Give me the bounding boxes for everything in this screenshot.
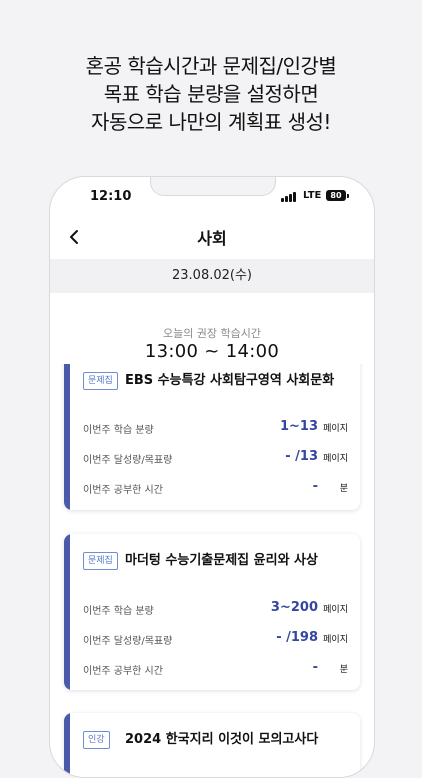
weekly-amount-row: 이번주 학습 분량 3~200 페이지 — [83, 600, 348, 617]
network-type: LTE — [303, 190, 322, 201]
weekly-study-time-row: 이번주 공부한 시간 - 분 — [83, 479, 348, 496]
weekly-study-time-row: 이번주 공부한 시간 - 분 — [83, 660, 348, 677]
headline-line-2: 목표 학습 분량을 설정하면 — [103, 82, 319, 106]
weekly-progress-unit: 페이지 — [323, 454, 348, 464]
headline-line-3: 자동으로 나만의 계획표 생성! — [91, 110, 331, 134]
battery-icon: 80 — [326, 190, 349, 201]
weekly-study-time-value: - — [312, 660, 318, 675]
weekly-study-time-value: - — [312, 479, 318, 494]
weekly-amount-unit: 페이지 — [323, 424, 348, 434]
status-bar: 12:10 LTE 80 — [50, 189, 374, 205]
weekly-progress-value: - /198 — [276, 630, 318, 645]
card-header: 인강 2024 한국지리 이것이 모의고사다 — [83, 731, 350, 751]
promo-headline: 혼공 학습시간과 문제집/인강별 목표 학습 분량을 설정하면 자동으로 나만의… — [0, 52, 422, 136]
card-title: EBS 수능특강 사회탐구영역 사회문화 — [125, 373, 335, 388]
card-header: 문제집 마더텅 수능기출문제집 윤리와 사상 — [83, 552, 350, 572]
card-title: 2024 한국지리 이것이 모의고사다 — [125, 732, 319, 747]
headline-line-1: 혼공 학습시간과 문제집/인강별 — [85, 54, 337, 78]
weekly-amount-row: 이번주 학습 분량 1~13 페이지 — [83, 419, 348, 436]
weekly-study-time-label: 이번주 공부한 시간 — [83, 485, 163, 496]
weekly-amount-value: 3~200 — [270, 600, 318, 615]
card-type-tag: 문제집 — [83, 552, 118, 570]
card-title: 마더텅 수능기출문제집 윤리와 사상 — [125, 553, 318, 568]
plan-card[interactable]: 문제집 마더텅 수능기출문제집 윤리와 사상 이번주 학습 분량 3~200 페… — [64, 534, 360, 690]
weekly-amount-label: 이번주 학습 분량 — [83, 425, 154, 436]
plan-card[interactable]: 인강 2024 한국지리 이것이 모의고사다 — [64, 713, 360, 777]
weekly-progress-label: 이번주 달성량/목표량 — [83, 636, 173, 647]
weekly-progress-value: - /13 — [285, 449, 318, 464]
recommended-time-label: 오늘의 권장 학습시간 — [162, 327, 262, 340]
weekly-study-time-unit: 분 — [339, 665, 348, 675]
weekly-amount-unit: 페이지 — [323, 605, 348, 615]
plan-card[interactable]: 문제집 EBS 수능특강 사회탐구영역 사회문화 이번주 학습 분량 1~13 … — [64, 364, 360, 510]
card-accent-bar — [64, 534, 70, 690]
recommended-time-value: 13:00 ~ 14:00 — [144, 341, 280, 362]
signal-icon — [281, 192, 299, 202]
status-time: 12:10 — [90, 189, 132, 204]
weekly-progress-unit: 페이지 — [323, 635, 348, 645]
weekly-progress-row: 이번주 달성량/목표량 - /13 페이지 — [83, 449, 348, 466]
weekly-study-time-unit: 분 — [339, 484, 348, 494]
weekly-amount-label: 이번주 학습 분량 — [83, 606, 154, 617]
card-accent-bar — [64, 713, 70, 777]
card-type-tag: 문제집 — [83, 372, 118, 390]
card-header: 문제집 EBS 수능특강 사회탐구영역 사회문화 — [83, 372, 350, 392]
weekly-progress-row: 이번주 달성량/목표량 - /198 페이지 — [83, 630, 348, 647]
weekly-study-time-label: 이번주 공부한 시간 — [83, 666, 163, 677]
date-bar[interactable]: 23.08.02(수) — [50, 259, 374, 293]
phone-frame: 12:10 LTE 80 사회 23.08.02(수) 오늘의 권장 학습시간 … — [49, 176, 375, 778]
card-type-tag: 인강 — [83, 731, 110, 749]
weekly-progress-label: 이번주 달성량/목표량 — [83, 455, 173, 466]
nav-bar: 사회 — [50, 221, 374, 253]
page-title: 사회 — [197, 229, 227, 248]
weekly-amount-value: 1~13 — [279, 419, 318, 434]
card-accent-bar — [64, 364, 70, 510]
study-plan-list[interactable]: 문제집 EBS 수능특강 사회탐구영역 사회문화 이번주 학습 분량 1~13 … — [50, 364, 374, 777]
